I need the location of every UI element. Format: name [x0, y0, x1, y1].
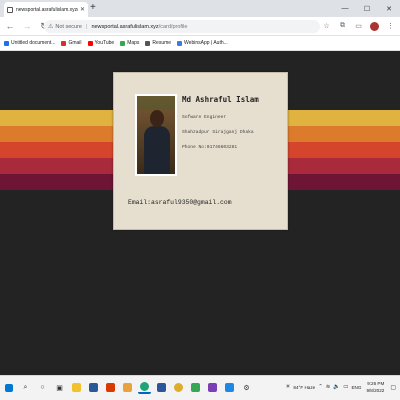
webinsapp-icon — [177, 40, 183, 46]
photo-figure-body — [144, 126, 170, 174]
explorer-icon[interactable] — [121, 381, 134, 394]
wifi-icon[interactable]: ≋ — [326, 384, 331, 390]
profile-card: Md Ashraful Islam Sofware Engineer Shahz… — [113, 72, 288, 230]
resume-icon — [145, 40, 151, 46]
url-host: newsportal.asrafulislam.xyz — [91, 23, 159, 30]
bookmark-label: Gmail — [68, 40, 82, 46]
profile-phone: Phone No:01746603281 — [182, 145, 238, 150]
avatar — [370, 22, 379, 31]
profile-name: Md Ashraful Islam — [182, 95, 259, 104]
cortana-icon[interactable]: ○ — [36, 381, 49, 394]
search-icon[interactable]: ⌕ — [19, 381, 32, 394]
toolbar-actions: ☆ ⧉ ▭ ⋮ — [321, 20, 396, 32]
bookmark-item[interactable]: Gmail — [61, 40, 82, 46]
bookmark-item[interactable]: Maps — [120, 40, 139, 46]
bookmark-label: Untitled document... — [11, 40, 56, 46]
office-icon[interactable] — [104, 381, 117, 394]
warning-icon[interactable]: ⚠ — [48, 23, 53, 30]
chrome-icon[interactable] — [172, 381, 185, 394]
start-icon[interactable] — [2, 381, 15, 394]
bookmark-item[interactable]: WebinsApp | Auth... — [177, 40, 228, 46]
extensions-icon[interactable]: ⧉ — [337, 20, 348, 32]
divider: | — [86, 23, 88, 30]
store-icon[interactable] — [87, 381, 100, 394]
not-secure-label[interactable]: Not secure — [55, 24, 82, 30]
word-icon[interactable] — [155, 381, 168, 394]
maximize-button[interactable]: ☐ — [356, 0, 378, 17]
profile-role: Sofware Engineer — [182, 115, 227, 120]
star-icon[interactable]: ☆ — [321, 20, 332, 32]
battery-icon[interactable]: ▭ — [343, 384, 348, 390]
gmail-icon — [61, 40, 67, 46]
bookmark-label: Maps — [127, 40, 140, 46]
bookmark-label: Resume — [152, 40, 172, 46]
taskbar: ⌕ ○ ▣ ⚙ ☀ 84°F Haze ⌃ ≋ 🔈 ▭ ENG 9:26 PM … — [0, 375, 400, 400]
collections-icon[interactable]: ▭ — [353, 20, 364, 32]
tab-bar: newsportal.asrafulislam.xyz/car... ✕ + —… — [0, 0, 400, 17]
toolbar: ← → ↻ ⚠ Not secure | newsportal.asrafuli… — [0, 17, 400, 36]
vscode-icon[interactable] — [223, 381, 236, 394]
bookmark-item[interactable]: Resume — [145, 40, 171, 46]
tab-title: newsportal.asrafulislam.xyz/car... — [16, 6, 78, 13]
minimize-button[interactable]: — — [334, 0, 356, 17]
taskbar-apps: ⌕ ○ ▣ ⚙ — [2, 381, 253, 394]
app-icon[interactable] — [189, 381, 202, 394]
back-button[interactable]: ← — [3, 19, 17, 33]
profile-email: Email:asraful9350@gmail.com — [128, 199, 232, 206]
close-tab-icon[interactable]: ✕ — [80, 6, 85, 13]
file-explorer-icon[interactable] — [70, 381, 83, 394]
settings-icon[interactable]: ⚙ — [240, 381, 253, 394]
weather-icon[interactable]: ☀ — [285, 384, 290, 390]
weather-text[interactable]: 84°F Haze — [293, 385, 315, 390]
profile-icon[interactable] — [369, 20, 380, 32]
visual-studio-icon[interactable] — [206, 381, 219, 394]
close-window-button[interactable]: ✕ — [378, 0, 400, 17]
page-content: Md Ashraful Islam Sofware Engineer Shahz… — [0, 52, 400, 375]
address-bar[interactable]: ⚠ Not secure | newsportal.asrafulislam.x… — [44, 20, 320, 33]
language-indicator[interactable]: ENG — [351, 385, 361, 390]
clock[interactable]: 9:26 PM 9/8/2022 — [366, 380, 384, 394]
task-view-icon[interactable]: ▣ — [53, 381, 66, 394]
maps-icon — [120, 40, 126, 46]
bookmark-item[interactable]: Untitled document... — [4, 40, 55, 46]
window-controls: — ☐ ✕ — [334, 0, 400, 17]
clock-time: 9:26 PM — [367, 381, 385, 386]
menu-icon[interactable]: ⋮ — [385, 20, 396, 32]
new-tab-button[interactable]: + — [90, 2, 96, 14]
volume-icon[interactable]: 🔈 — [333, 384, 340, 390]
photo-figure-head — [150, 110, 164, 127]
youtube-icon — [87, 40, 93, 46]
system-tray: ☀ 84°F Haze ⌃ ≋ 🔈 ▭ ENG 9:26 PM 9/8/2022… — [285, 380, 396, 394]
edge-icon[interactable] — [138, 381, 151, 394]
profile-address: Shahzadpur Sirajganj Dhaka — [182, 130, 254, 135]
bookmark-label: WebinsApp | Auth... — [184, 40, 228, 46]
bookmarks-bar: Untitled document... Gmail YouTube Maps … — [0, 36, 400, 51]
clock-date: 9/8/2022 — [366, 388, 385, 393]
page-icon — [7, 6, 13, 13]
chevron-up-icon[interactable]: ⌃ — [318, 384, 323, 390]
bookmark-label: YouTube — [94, 40, 115, 46]
url-path: /card/profile — [158, 23, 188, 30]
photo-background — [137, 96, 175, 110]
profile-photo — [135, 94, 177, 176]
notification-icon[interactable]: ▢ — [390, 384, 396, 391]
bookmark-item[interactable]: YouTube — [87, 40, 115, 46]
browser-tab[interactable]: newsportal.asrafulislam.xyz/car... ✕ — [4, 2, 88, 17]
document-icon — [4, 40, 9, 46]
forward-button[interactable]: → — [20, 19, 34, 33]
